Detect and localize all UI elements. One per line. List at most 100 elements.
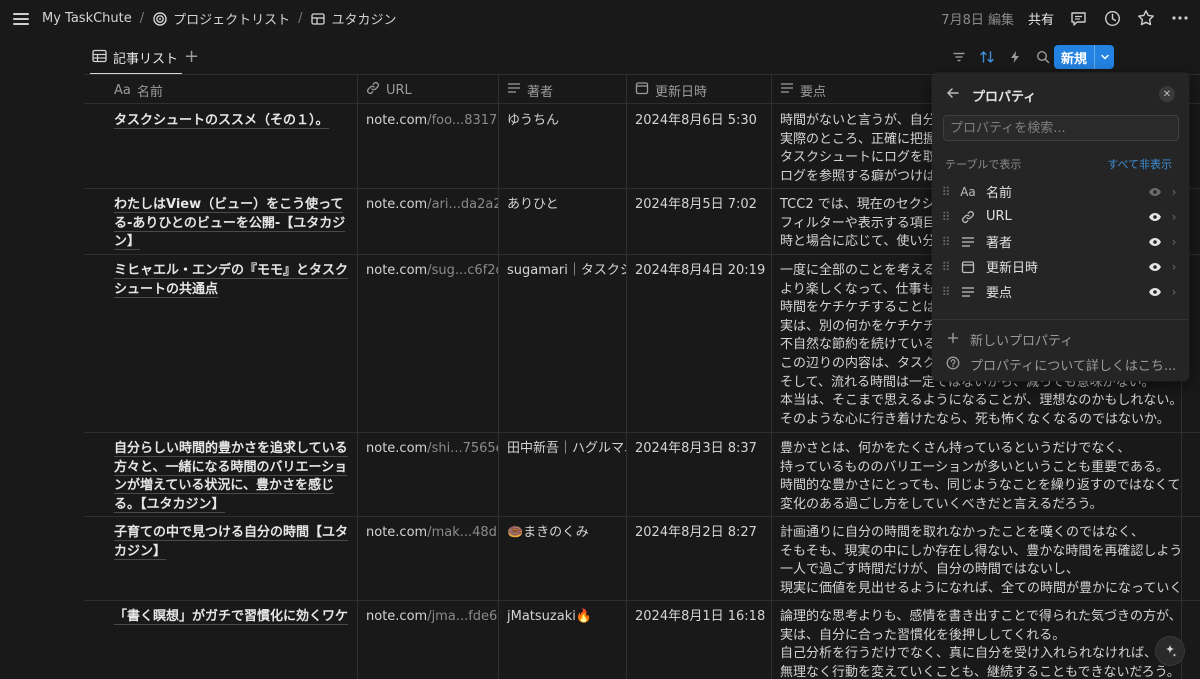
drag-handle-icon[interactable]: ⠿ [938, 235, 954, 249]
cell-url[interactable]: note.com/jma...fde6bf [358, 601, 499, 679]
drag-handle-icon[interactable]: ⠿ [938, 285, 954, 299]
cell-url[interactable]: note.com/foo...831740 [358, 105, 499, 188]
help-icon [946, 356, 960, 374]
learn-more-link[interactable]: プロパティについて詳しくはこち... [946, 355, 1176, 374]
cell-url[interactable]: note.com/ari...da2a2d [358, 189, 499, 254]
sort-icon[interactable] [976, 46, 998, 68]
text-icon: Aa [114, 82, 131, 98]
properties-panel: プロパティ ✕ テーブルで表示 すべて非表示 ⠿ Aa 名前 › ⠿ URL ›… [932, 73, 1189, 381]
lines-icon [507, 82, 521, 98]
more-icon[interactable] [1170, 8, 1190, 28]
drag-handle-icon[interactable]: ⠿ [938, 210, 954, 224]
cell-date[interactable]: 2024年8月5日 7:02 [627, 189, 772, 254]
column-header-updated[interactable]: 更新日時 [627, 75, 772, 105]
ai-sparkle-icon[interactable] [1156, 637, 1184, 665]
close-icon[interactable]: ✕ [1159, 86, 1175, 102]
calendar-icon [635, 81, 649, 99]
cell-name[interactable]: ミヒャエル・エンデの『モモ』とタスクシュートの共通点 [106, 255, 358, 432]
chevron-right-icon[interactable]: › [1165, 210, 1183, 224]
cell-url[interactable]: note.com/sug...c6f2d9 [358, 255, 499, 432]
clock-icon[interactable] [1102, 8, 1122, 28]
target-icon [152, 11, 167, 26]
property-row-url[interactable]: ⠿ URL › [938, 204, 1183, 229]
cell-author[interactable]: sugamari｜タスクシュ [499, 255, 627, 432]
view-tab-article-list[interactable]: 記事リスト [92, 48, 178, 67]
cell-author[interactable]: ゆうちん [499, 105, 627, 188]
hide-all-button[interactable]: すべて非表示 [1107, 156, 1172, 172]
breadcrumb-my-taskchute[interactable]: My TaskChute [42, 11, 132, 26]
breadcrumb-yutakajin[interactable]: ユタカジン [311, 9, 397, 28]
chevron-right-icon[interactable]: › [1165, 185, 1183, 199]
back-arrow-icon[interactable] [946, 85, 960, 104]
breadcrumb-project-list[interactable]: プロジェクトリスト [152, 9, 290, 28]
top-bar: My TaskChute / プロジェクトリスト / ユタカジン 7月8日 編集… [0, 0, 1200, 38]
link-icon [958, 210, 978, 224]
cell-name[interactable]: わたしはView（ビュー）をこう使ってる-ありひとのビューを公開-【ユタカジン】 [106, 189, 358, 254]
column-header-url[interactable]: URL [358, 75, 499, 105]
plus-icon [946, 331, 960, 349]
section-label: テーブルで表示 [945, 158, 1022, 171]
chevron-right-icon[interactable]: › [1165, 260, 1183, 274]
cell-summary[interactable]: 計画通りに自分の時間を取れなかったことを嘆くのではなく、 そもそも、現実の中にし… [772, 517, 1182, 600]
cell-date[interactable]: 2024年8月2日 8:27 [627, 517, 772, 600]
drag-handle-icon[interactable]: ⠿ [938, 185, 954, 199]
property-row-summary[interactable]: ⠿ 要点 › [938, 279, 1183, 304]
lines-icon [958, 236, 978, 248]
eye-icon[interactable] [1145, 262, 1165, 272]
property-row-author[interactable]: ⠿ 著者 › [938, 229, 1183, 254]
new-property-button[interactable]: 新しいプロパティ [946, 330, 1073, 349]
eye-icon[interactable] [1145, 237, 1165, 247]
star-icon[interactable] [1136, 8, 1156, 28]
cell-url[interactable]: note.com/mak...48dba6 [358, 517, 499, 600]
eye-icon[interactable] [1145, 187, 1165, 197]
add-view-plus-icon[interactable]: + [184, 46, 199, 67]
column-header-name[interactable]: Aa 名前 [106, 75, 358, 105]
chevron-down-icon[interactable] [1094, 45, 1114, 69]
cell-author[interactable]: 🍩まきのくみ [499, 517, 627, 600]
cell-author[interactable]: 田中新吾｜ハグルマニ [499, 433, 627, 516]
last-edited: 7月8日 編集 [941, 12, 1014, 28]
table-row[interactable]: 子育ての中で見つける自分の時間【ユタカジン】 note.com/mak...48… [84, 517, 1200, 601]
cell-date[interactable]: 2024年8月3日 8:37 [627, 433, 772, 516]
cell-summary[interactable]: 論理的な思考よりも、感情を書き出すことで得られた気づきの方が、 実は、自分に合っ… [772, 601, 1182, 679]
search-icon[interactable] [1032, 46, 1054, 68]
lightning-icon[interactable] [1004, 46, 1026, 68]
cell-name[interactable]: タスクシュートのススメ（その１）。 [106, 105, 358, 188]
property-search-input[interactable] [943, 115, 1179, 141]
column-header-author[interactable]: 著者 [499, 75, 627, 105]
comment-icon[interactable] [1068, 8, 1088, 28]
chevron-right-icon[interactable]: › [1165, 285, 1183, 299]
filter-icon[interactable] [948, 46, 970, 68]
table-view-icon [92, 49, 107, 67]
top-actions: 7月8日 編集 共有 [941, 8, 1190, 28]
eye-icon[interactable] [1145, 287, 1165, 297]
cell-name[interactable]: 子育ての中で見つける自分の時間【ユタカジン】 [106, 517, 358, 600]
cell-summary[interactable]: 豊かさとは、何かをたくさん持っているというだけでなく、 持っているもののバリエー… [772, 433, 1182, 516]
view-bar: 記事リスト + 新規 [84, 40, 1200, 75]
property-row-name[interactable]: ⠿ Aa 名前 › [938, 179, 1183, 204]
breadcrumb: My TaskChute / プロジェクトリスト / ユタカジン [42, 9, 397, 28]
panel-title: プロパティ [972, 90, 1037, 105]
eye-icon[interactable] [1145, 212, 1165, 222]
text-icon: Aa [960, 184, 976, 199]
cell-name[interactable]: 「書く瞑想」がガチで習慣化に効くワケ [106, 601, 358, 679]
link-icon [366, 81, 380, 99]
breadcrumb-separator: / [139, 11, 145, 26]
cell-url[interactable]: note.com/shi...7565e4 [358, 433, 499, 516]
property-row-updated[interactable]: ⠿ 更新日時 › [938, 254, 1183, 279]
cell-date[interactable]: 2024年8月6日 5:30 [627, 105, 772, 188]
calendar-icon [958, 260, 978, 274]
table-row[interactable]: 自分らしい時間的豊かさを追求している方々と、一緒になる時間のバリエーションが増え… [84, 433, 1200, 517]
drag-handle-icon[interactable]: ⠿ [938, 260, 954, 274]
menu-icon[interactable] [12, 10, 30, 28]
cell-name[interactable]: 自分らしい時間的豊かさを追求している方々と、一緒になる時間のバリエーションが増え… [106, 433, 358, 516]
table-row[interactable]: 「書く瞑想」がガチで習慣化に効くワケ note.com/jma...fde6bf… [84, 601, 1200, 679]
chevron-right-icon[interactable]: › [1165, 235, 1183, 249]
cell-author[interactable]: ありひと [499, 189, 627, 254]
cell-date[interactable]: 2024年8月4日 20:19 [627, 255, 772, 432]
cell-date[interactable]: 2024年8月1日 16:18 [627, 601, 772, 679]
share-button[interactable]: 共有 [1028, 9, 1054, 28]
cell-author[interactable]: jMatsuzaki🔥 [499, 601, 627, 679]
new-button[interactable]: 新規 [1054, 45, 1114, 69]
table-icon [311, 11, 326, 26]
